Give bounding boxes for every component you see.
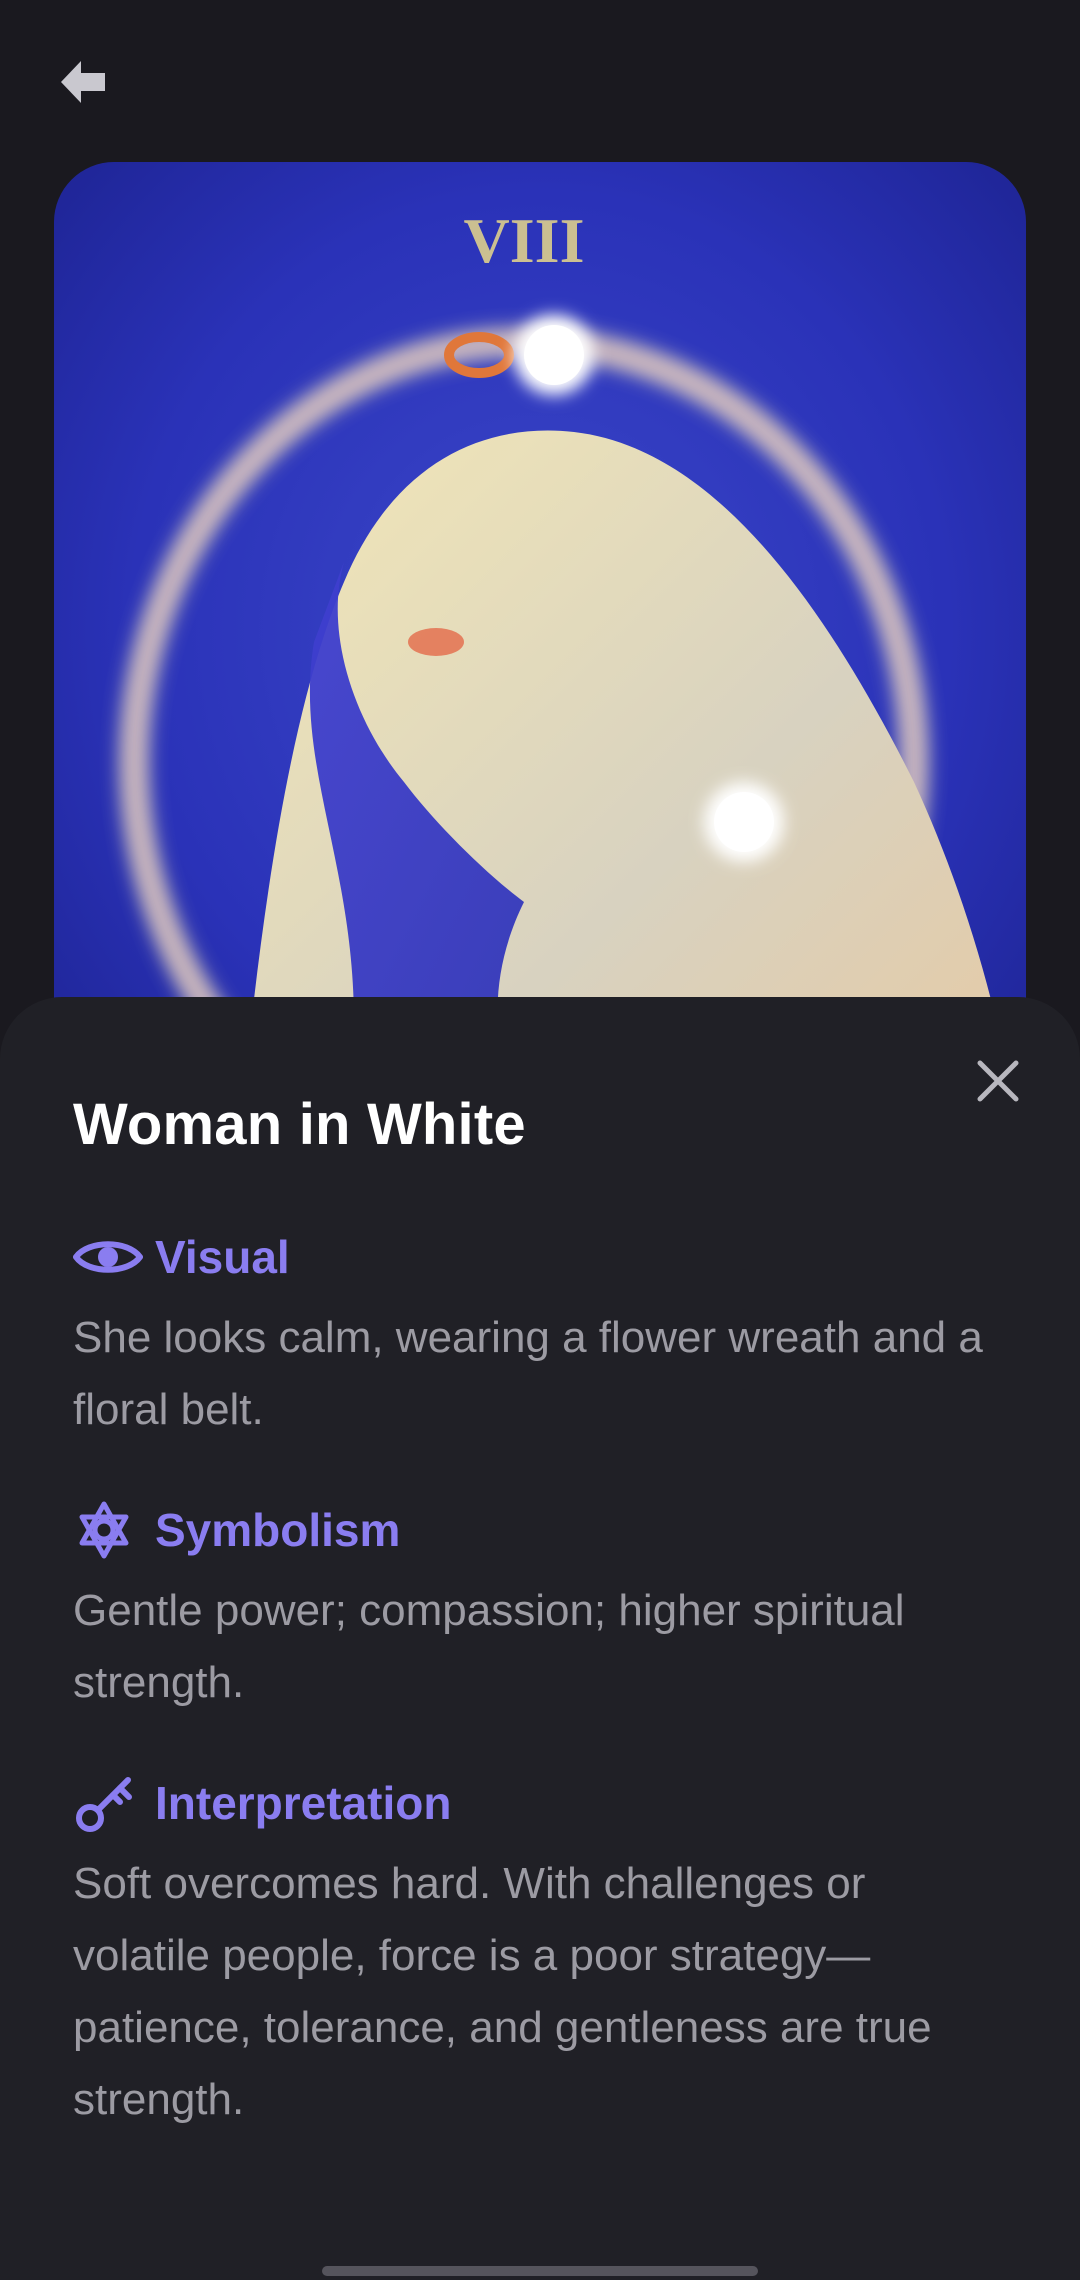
visual-label: Visual (155, 1231, 290, 1283)
back-button[interactable] (46, 46, 118, 118)
visual-section: Visual She looks calm, wearing a flower … (73, 1222, 1013, 1446)
symbolism-label: Symbolism (155, 1504, 401, 1556)
symbolism-text: Gentle power; compassion; higher spiritu… (73, 1586, 905, 1707)
card-detail-sheet: Woman in White Visual She looks calm, we… (0, 997, 1080, 2280)
interpretation-label: Interpretation (155, 1777, 452, 1829)
eye-icon (73, 1222, 143, 1292)
interpretation-text: Soft overcomes hard. With challenges or … (73, 1859, 932, 2124)
key-icon (73, 1768, 143, 1838)
interpretation-section: Interpretation Soft overcomes hard. With… (73, 1768, 1013, 2136)
close-button[interactable] (966, 1049, 1030, 1113)
symbol-icon (73, 1495, 143, 1565)
arrow-left-icon (61, 61, 105, 103)
card-numeral: VIII (464, 205, 585, 276)
close-icon (977, 1060, 1019, 1102)
screen: VIII Woman in White Visual She looks cal… (0, 0, 1080, 2280)
visual-text: She looks calm, wearing a flower wreath … (73, 1313, 983, 1434)
symbolism-section: Symbolism Gentle power; compassion; high… (73, 1495, 1013, 1719)
home-indicator[interactable] (322, 2266, 758, 2276)
card-title: Woman in White (73, 1092, 526, 1157)
